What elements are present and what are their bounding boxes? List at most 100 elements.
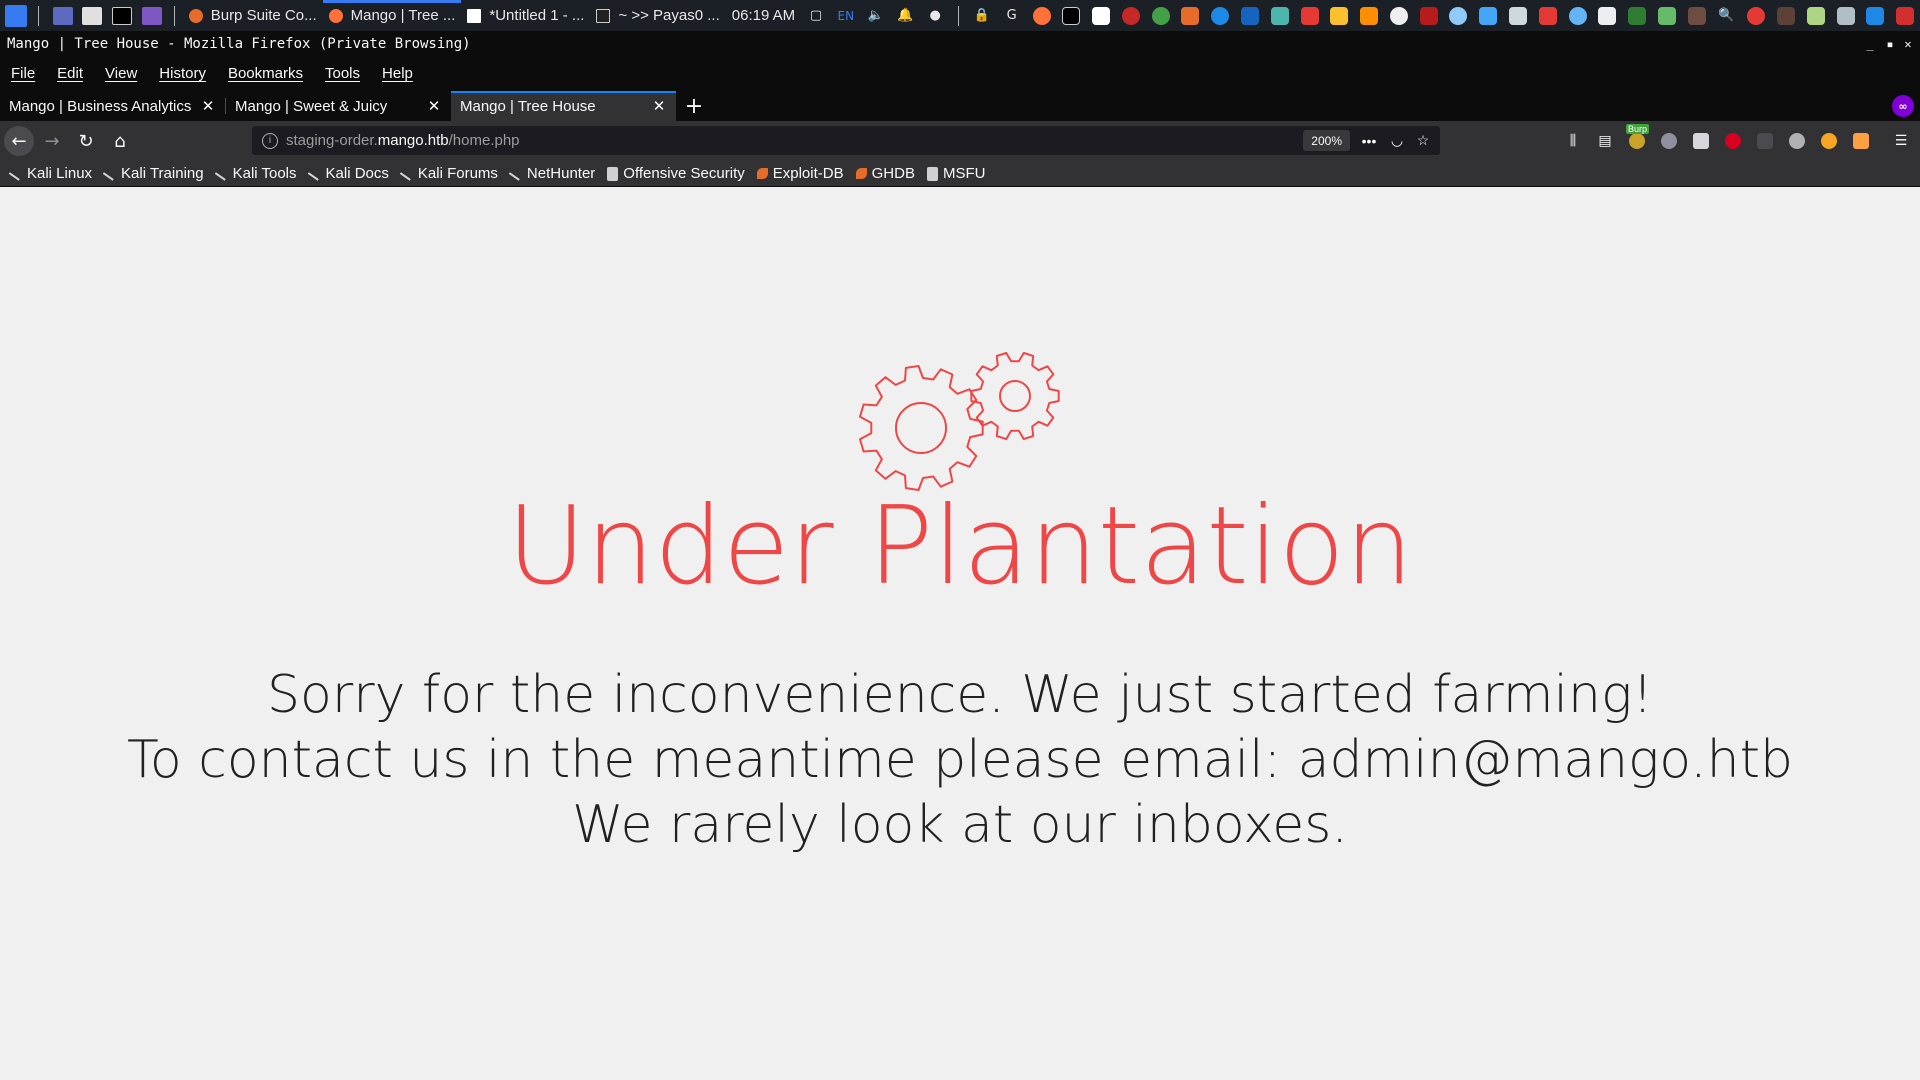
cherrytree-icon[interactable] — [1119, 4, 1143, 28]
close-tab-icon[interactable]: ✕ — [423, 97, 445, 115]
extension-icon[interactable] — [1658, 130, 1680, 152]
extension-icon[interactable] — [1690, 130, 1712, 152]
screenshot-icon[interactable] — [138, 2, 166, 30]
close-tab-icon[interactable]: ✕ — [197, 97, 219, 115]
bookmark-kali-training[interactable]: Kali Training — [102, 165, 204, 182]
site-info-icon[interactable]: i — [262, 132, 278, 149]
bookmark-star-icon[interactable]: ☆ — [1412, 130, 1434, 151]
extension-icon[interactable] — [1722, 130, 1744, 152]
minimize-icon[interactable]: _ — [1860, 31, 1880, 56]
extension-icon[interactable] — [1754, 130, 1776, 152]
close-tab-icon[interactable]: ✕ — [648, 97, 670, 115]
app-launcher-icon[interactable] — [1506, 4, 1530, 28]
app-launcher-icon[interactable] — [1655, 4, 1679, 28]
menu-help[interactable]: Help — [382, 65, 413, 82]
burp-launcher-icon[interactable] — [1179, 4, 1203, 28]
menu-history[interactable]: History — [159, 65, 206, 82]
extension-icon[interactable] — [1850, 130, 1872, 152]
task-firefox[interactable]: Mango | Tree ... — [322, 0, 462, 31]
home-button[interactable]: ⌂ — [104, 125, 136, 157]
app-launcher-icon[interactable] — [1327, 4, 1351, 28]
back-button[interactable]: ← — [4, 126, 34, 156]
bookmark-offensive-security[interactable]: Offensive Security — [607, 165, 745, 182]
menu-file[interactable]: File — [11, 65, 35, 82]
message-line-apology: Sorry for the inconvenience. We just sta… — [267, 665, 1653, 725]
app-launcher-icon[interactable] — [1298, 4, 1322, 28]
page-actions-icon[interactable]: ••• — [1358, 130, 1380, 151]
url-bar[interactable]: i staging-order. mango.htb/home.php 200% … — [252, 126, 1440, 155]
clock[interactable]: 06:19 AM — [732, 7, 795, 24]
app-launcher-icon[interactable] — [1387, 4, 1411, 28]
app-launcher-icon[interactable] — [1774, 4, 1798, 28]
extension-icon[interactable] — [1818, 130, 1840, 152]
app-launcher-icon[interactable] — [1357, 4, 1381, 28]
lock-icon[interactable]: 🔒 — [970, 4, 994, 28]
keyboard-layout[interactable]: EN — [834, 4, 858, 28]
pocket-icon[interactable]: ◡ — [1386, 130, 1408, 151]
account-icon[interactable] — [1786, 130, 1808, 152]
tab-business-analytics[interactable]: Mango | Business Analytics ✕ — [0, 91, 225, 121]
volume-icon[interactable]: 🔈 — [864, 4, 888, 28]
menu-tools[interactable]: Tools — [325, 65, 360, 82]
app-launcher-icon[interactable] — [1268, 4, 1292, 28]
tab-tree-house[interactable]: Mango | Tree House ✕ — [451, 91, 676, 121]
reload-button[interactable]: ↻ — [70, 125, 102, 157]
bookmark-kali-docs[interactable]: Kali Docs — [307, 165, 389, 182]
app-launcher-icon[interactable] — [1893, 4, 1917, 28]
google-icon[interactable]: G — [1000, 4, 1024, 28]
metasploit-icon[interactable] — [1238, 4, 1262, 28]
notification-bell-icon[interactable]: 🔔 — [894, 4, 918, 28]
app-launcher-icon[interactable] — [1834, 4, 1858, 28]
app-launcher-icon[interactable] — [1417, 4, 1441, 28]
menu-view[interactable]: View — [105, 65, 137, 82]
tab-sweet-juicy[interactable]: Mango | Sweet & Juicy ✕ — [226, 91, 451, 121]
app-launcher-icon[interactable] — [1595, 4, 1619, 28]
app-launcher-icon[interactable] — [1744, 4, 1768, 28]
file-manager-icon[interactable] — [78, 2, 106, 30]
bookmark-kali-tools[interactable]: Kali Tools — [214, 165, 297, 182]
bookmark-ghdb[interactable]: GHDB — [855, 165, 915, 182]
bookmark-kali-linux[interactable]: Kali Linux — [8, 165, 92, 182]
app-launcher-icon[interactable] — [1685, 4, 1709, 28]
app-launcher-icon[interactable] — [1536, 4, 1560, 28]
task-terminal[interactable]: ~ >> Payas0 ... — [590, 0, 725, 31]
bookmark-nethunter[interactable]: NetHunter — [508, 165, 595, 182]
menu-edit[interactable]: Edit — [57, 65, 83, 82]
terminal-launcher-icon[interactable] — [1059, 4, 1083, 28]
terminal-icon[interactable] — [108, 2, 136, 30]
zoom-indicator[interactable]: 200% — [1303, 130, 1350, 151]
bookmark-msfu[interactable]: MSFU — [926, 165, 985, 182]
app-launcher-icon[interactable] — [1208, 4, 1232, 28]
search-icon[interactable]: 🔍 — [1715, 4, 1739, 28]
bookmark-exploit-db[interactable]: Exploit-DB — [756, 165, 844, 182]
maximize-icon[interactable]: ▪ — [1880, 31, 1900, 56]
library-icon[interactable]: ⫼ — [1562, 130, 1584, 152]
maltego-icon[interactable] — [1149, 4, 1173, 28]
task-burp-suite[interactable]: Burp Suite Co... — [183, 0, 323, 31]
bookmark-kali-forums[interactable]: Kali Forums — [399, 165, 498, 182]
burp-proxy-extension-icon[interactable]: Burp — [1626, 124, 1650, 152]
menu-bookmarks[interactable]: Bookmarks — [228, 65, 303, 82]
app-launcher-icon[interactable] — [1625, 4, 1649, 28]
new-tab-button[interactable]: + — [676, 91, 712, 121]
menu-bar: File Edit View History Bookmarks Tools H… — [0, 56, 1920, 91]
url-path: /home.php — [448, 132, 520, 149]
pdf-icon[interactable] — [1089, 4, 1113, 28]
display-icon[interactable]: ▢ — [804, 4, 828, 28]
app-launcher-icon[interactable] — [1804, 4, 1828, 28]
forward-button[interactable]: → — [36, 125, 68, 157]
task-text-editor[interactable]: *Untitled 1 - ... — [461, 0, 590, 31]
system-panel: Burp Suite Co... Mango | Tree ... *Untit… — [0, 0, 1920, 31]
app-launcher-icon[interactable] — [1863, 4, 1887, 28]
power-icon[interactable]: ● — [923, 4, 947, 28]
window-title: Mango | Tree House - Mozilla Firefox (Pr… — [7, 35, 471, 52]
app-launcher-icon[interactable] — [1566, 4, 1590, 28]
kali-menu-icon[interactable] — [2, 2, 30, 30]
workspace-icon[interactable] — [49, 2, 77, 30]
app-launcher-icon[interactable] — [1476, 4, 1500, 28]
firefox-launcher-icon[interactable] — [1030, 4, 1054, 28]
close-window-icon[interactable]: ✕ — [1898, 31, 1918, 56]
wordpress-icon[interactable] — [1447, 4, 1471, 28]
sidebar-icon[interactable]: ▤ — [1594, 130, 1616, 152]
hamburger-menu-icon[interactable]: ☰ — [1890, 130, 1912, 152]
